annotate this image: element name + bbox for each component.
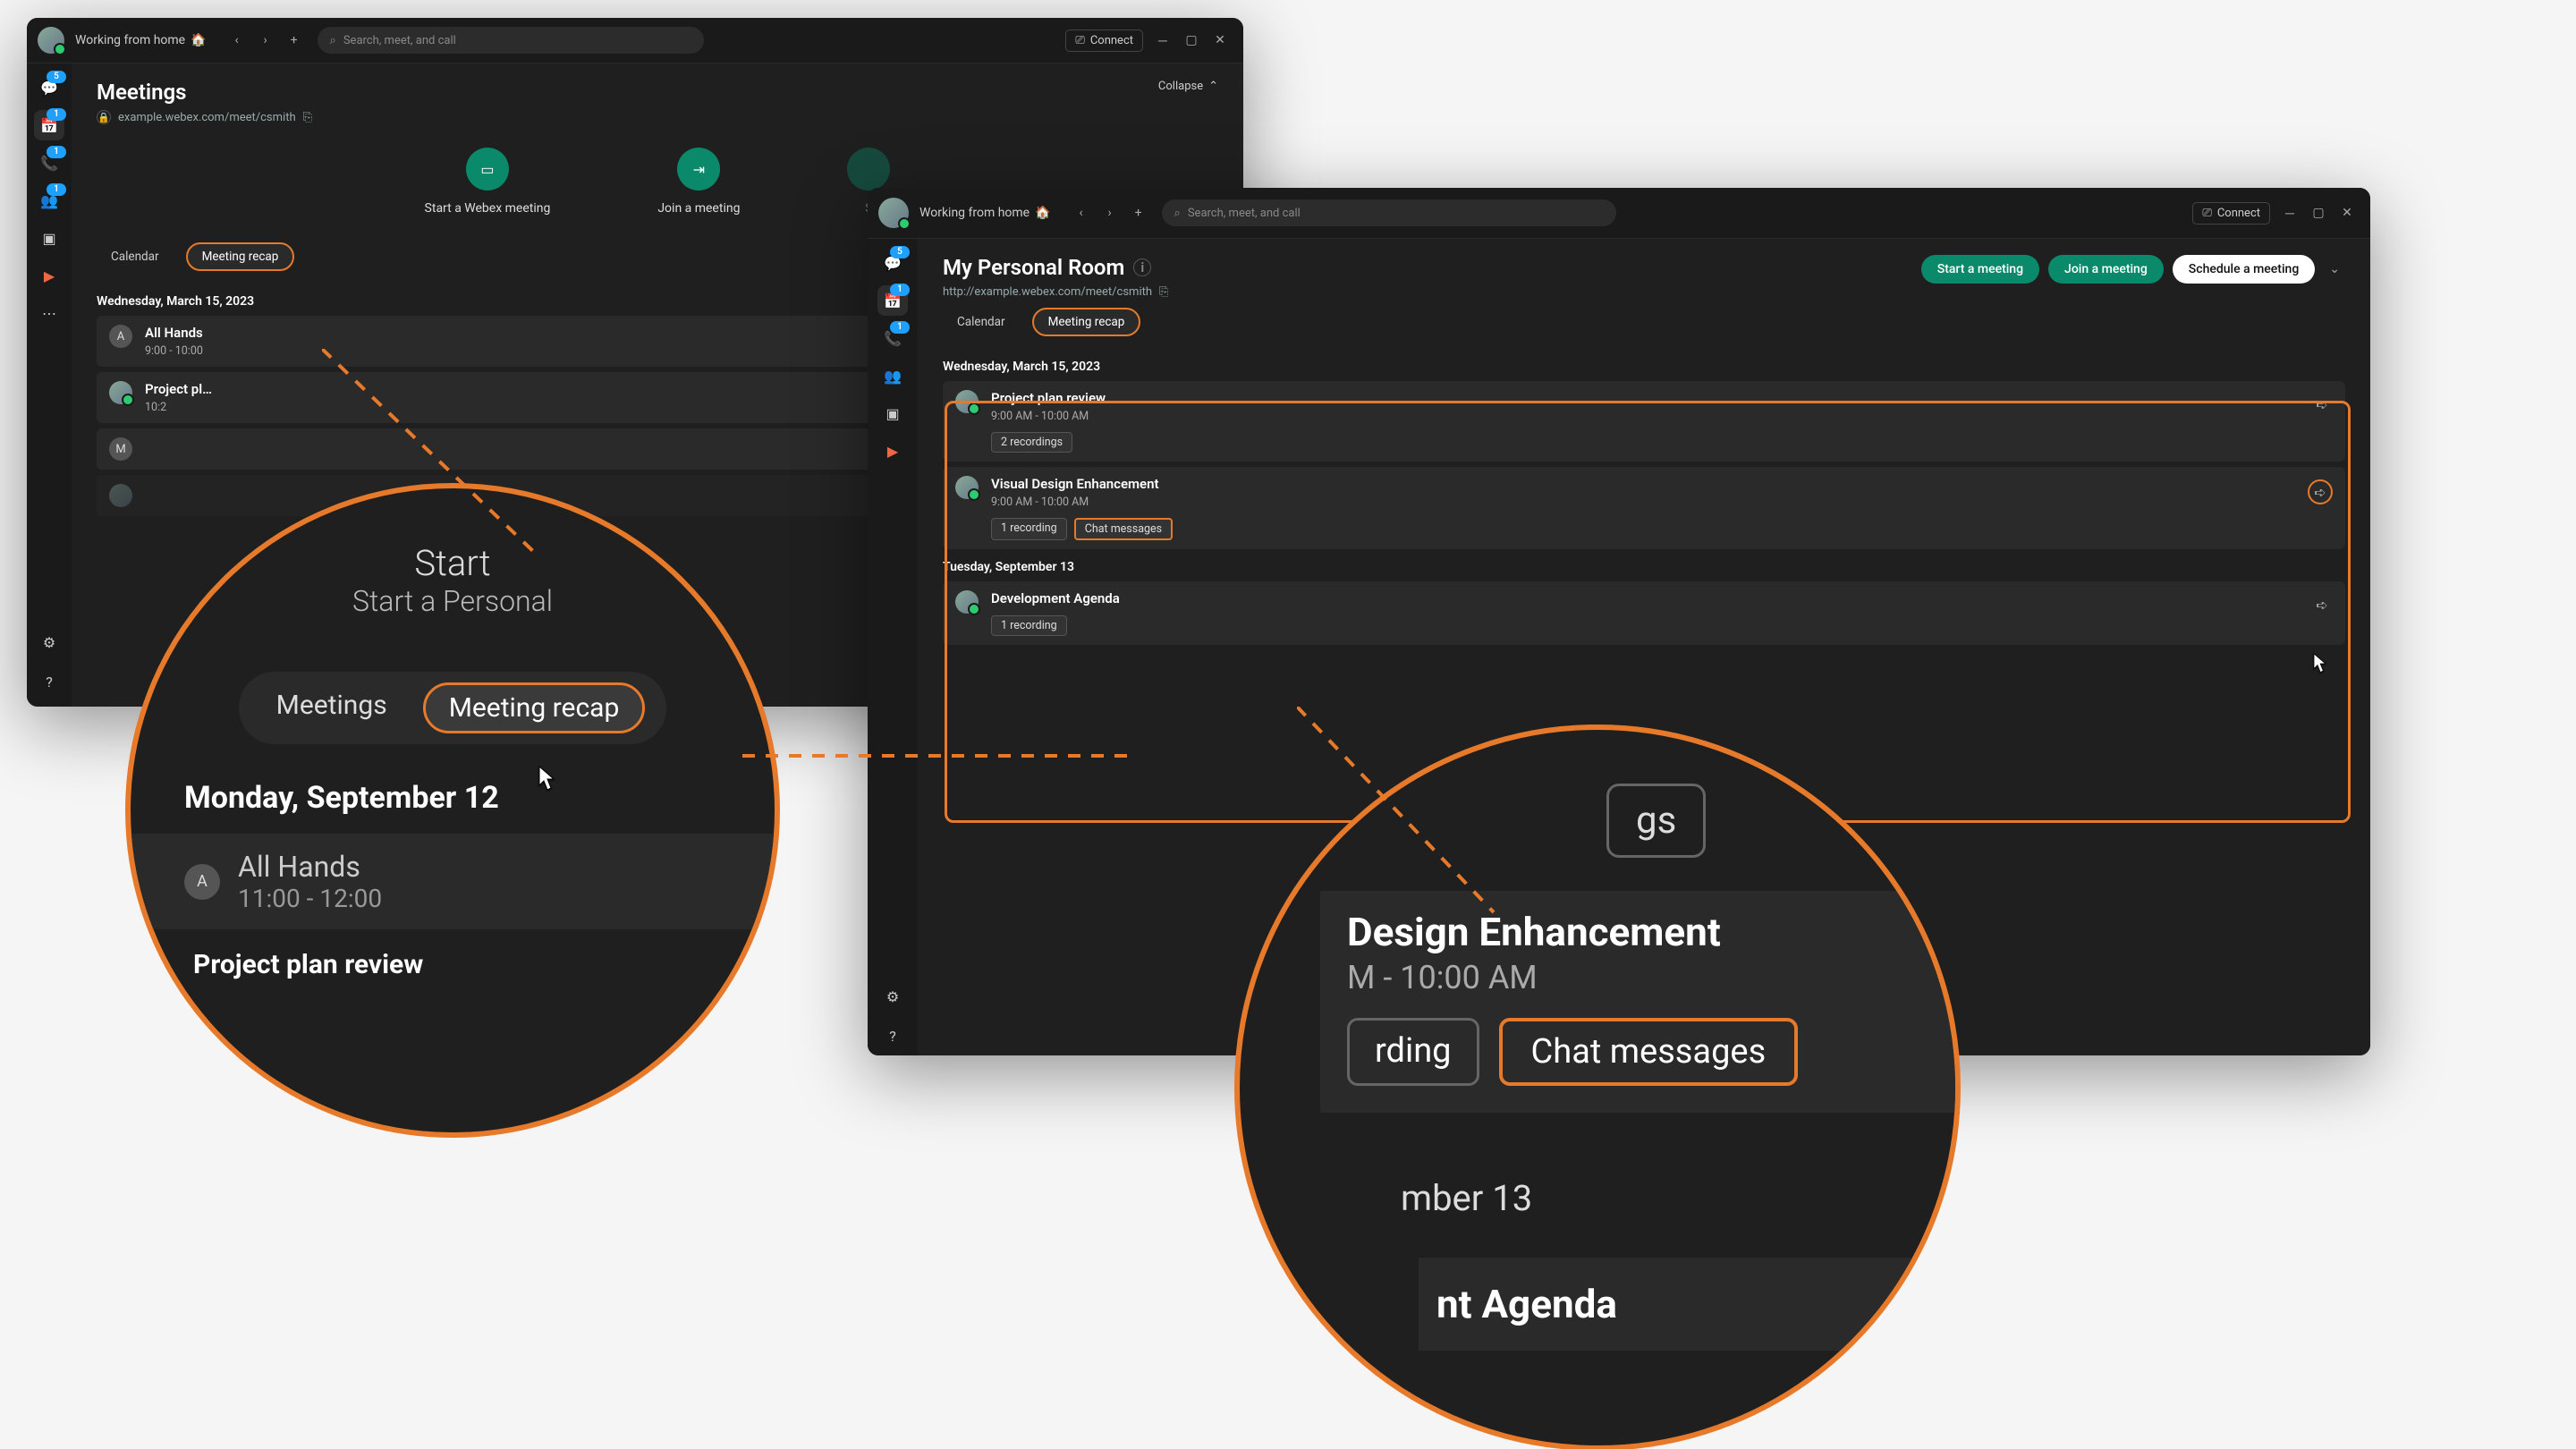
page-title: My Personal Roomi	[943, 255, 1168, 280]
rail-apps[interactable]: ▶	[34, 260, 64, 291]
date-header: Wednesday, March 15, 2023	[943, 360, 2345, 374]
rail-settings[interactable]: ⚙	[34, 627, 64, 657]
lock-icon: 🔒	[97, 110, 111, 124]
rail-chat[interactable]: 💬5	[34, 72, 64, 103]
meeting-row[interactable]: Development Agenda1 recording➪	[943, 581, 2345, 645]
nav-forward[interactable]: ›	[1097, 200, 1123, 225]
meeting-row[interactable]: Project plan review9:00 AM - 10:00 AM2 r…	[943, 381, 2345, 462]
presence-dot	[898, 217, 911, 230]
window-minimize[interactable]: ─	[1150, 28, 1175, 53]
devices-icon: ⎚	[2202, 207, 2211, 220]
avatar-letter: A	[109, 325, 132, 348]
join-meeting-button[interactable]: ⇥	[677, 148, 720, 191]
meeting-url[interactable]: 🔒example.webex.com/meet/csmith⎘	[97, 110, 312, 124]
rail-help[interactable]: ?	[34, 666, 64, 697]
nav-forward[interactable]: ›	[253, 28, 278, 53]
open-arrow-icon[interactable]: ➪	[2311, 594, 2333, 615]
start-meeting-button[interactable]: Start a meeting	[1921, 255, 2039, 284]
nav-rail: 💬5 📅1 📞1 👥 ▣ ▶ ⚙ ?	[868, 239, 918, 1055]
tab-meetings-zoom[interactable]: Meetings	[260, 682, 403, 733]
join-icon: ⇥	[693, 161, 705, 178]
window-minimize[interactable]: ─	[2277, 200, 2302, 225]
organizer-avatar	[955, 590, 979, 614]
devices-icon: ⎚	[1075, 34, 1084, 47]
schedule-meeting-button[interactable]	[847, 148, 890, 191]
nav-add[interactable]: +	[1126, 200, 1151, 225]
nav-rail: 💬5 📅1 📞1 👥1 ▣ ▶ ⋯ ⚙ ?	[27, 64, 72, 707]
status-text[interactable]: Working from home🏠	[75, 33, 207, 47]
copy-icon[interactable]: ⎘	[1159, 285, 1168, 299]
window-close[interactable]: ✕	[1208, 28, 1233, 53]
chip-chat-messages-zoom[interactable]: Chat messages	[1499, 1018, 1799, 1086]
organizer-avatar	[955, 476, 979, 499]
user-avatar[interactable]	[878, 198, 909, 228]
search-input[interactable]: ⌕Search, meet, and call	[318, 27, 704, 54]
titlebar: Working from home🏠 ‹ › + ⌕Search, meet, …	[868, 188, 2370, 239]
more-actions[interactable]: ⌄	[2324, 257, 2345, 282]
rail-calendar[interactable]: 📅1	[34, 110, 64, 140]
callout-zoom-1: Start Start a Personal Meetings Meeting …	[125, 483, 780, 1138]
search-icon: ⌕	[1174, 207, 1181, 220]
window-close[interactable]: ✕	[2334, 200, 2360, 225]
chip[interactable]: 1 recording	[991, 615, 1067, 636]
rail-teams[interactable]: 👥1	[34, 185, 64, 216]
chip[interactable]: 2 recordings	[991, 432, 1072, 453]
open-arrow-icon[interactable]: ➪	[2311, 394, 2333, 415]
nav-add[interactable]: +	[282, 28, 307, 53]
rail-apps[interactable]: ▶	[877, 436, 908, 466]
nav-back[interactable]: ‹	[225, 28, 250, 53]
date-header: Tuesday, September 13	[943, 560, 2345, 574]
video-icon: ▭	[480, 161, 494, 178]
rail-calendar[interactable]: 📅1	[877, 285, 908, 316]
start-meeting-button[interactable]: ▭	[466, 148, 509, 191]
cursor-icon	[538, 766, 556, 789]
meeting-row[interactable]: Visual Design Enhancement9:00 AM - 10:00…	[943, 467, 2345, 549]
tab-meeting-recap[interactable]: Meeting recap	[1032, 308, 1141, 336]
tab-calendar[interactable]: Calendar	[97, 244, 174, 269]
chip-recording-zoom[interactable]: rding	[1347, 1018, 1479, 1086]
tab-meeting-recap[interactable]: Meeting recap	[186, 242, 295, 271]
rail-help[interactable]: ?	[877, 1021, 908, 1051]
chevron-up-icon: ⌃	[1208, 80, 1218, 93]
avatar-letter: A	[184, 864, 220, 900]
window-maximize[interactable]: ▢	[1179, 28, 1204, 53]
rail-call[interactable]: 📞1	[877, 323, 908, 353]
copy-icon[interactable]: ⎘	[303, 111, 312, 124]
rail-chat[interactable]: 💬5	[877, 248, 908, 278]
schedule-meeting-button[interactable]: Schedule a meeting	[2173, 255, 2315, 284]
rail-more[interactable]: ⋯	[34, 298, 64, 328]
info-icon[interactable]: i	[1133, 258, 1151, 276]
tab-meeting-recap-zoom[interactable]: Meeting recap	[423, 682, 646, 733]
organizer-avatar	[955, 390, 979, 413]
avatar-letter: M	[109, 437, 132, 461]
house-icon: 🏠	[191, 33, 206, 47]
search-input[interactable]: ⌕Search, meet, and call	[1162, 199, 1616, 226]
house-icon: 🏠	[1035, 206, 1050, 220]
tab-calendar[interactable]: Calendar	[943, 309, 1020, 335]
user-avatar[interactable]	[38, 27, 64, 54]
organizer-avatar	[109, 381, 132, 404]
rail-contacts[interactable]: ▣	[34, 223, 64, 253]
status-text[interactable]: Working from home🏠	[919, 206, 1051, 220]
connect-button[interactable]: ⎚Connect	[1065, 30, 1143, 52]
chip[interactable]: Chat messages	[1074, 518, 1173, 540]
meeting-url[interactable]: http://example.webex.com/meet/csmith⎘	[943, 285, 1168, 299]
callout-zoom-2: gs Design Enhancement M - 10:00 AM rding…	[1234, 724, 1961, 1449]
page-title: Meetings	[97, 80, 312, 105]
chip[interactable]: 1 recording	[991, 518, 1067, 540]
rail-settings[interactable]: ⚙	[877, 981, 908, 1012]
connect-button[interactable]: ⎚Connect	[2192, 202, 2270, 225]
titlebar: Working from home🏠 ‹ › + ⌕Search, meet, …	[27, 18, 1243, 64]
collapse-toggle[interactable]: Collapse⌃	[1158, 80, 1218, 93]
search-icon: ⌕	[330, 34, 336, 47]
window-maximize[interactable]: ▢	[2306, 200, 2331, 225]
nav-back[interactable]: ‹	[1069, 200, 1094, 225]
open-arrow-icon[interactable]: ➪	[2308, 479, 2333, 504]
rail-contacts[interactable]: ▣	[877, 398, 908, 428]
join-meeting-button[interactable]: Join a meeting	[2048, 255, 2164, 284]
rail-teams[interactable]: 👥	[877, 360, 908, 391]
presence-dot	[54, 43, 66, 55]
rail-call[interactable]: 📞1	[34, 148, 64, 178]
cursor-icon	[2313, 653, 2331, 676]
